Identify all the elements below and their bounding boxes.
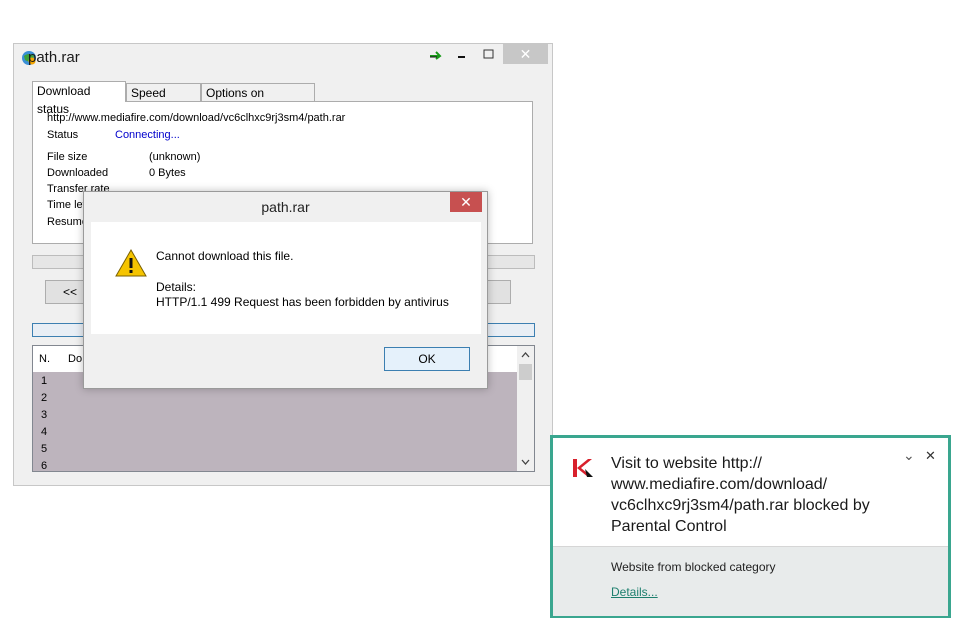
list-item[interactable]: 1: [41, 375, 47, 387]
file-size-label: File size: [47, 151, 88, 163]
list-item[interactable]: 6: [41, 460, 47, 472]
time-left-label: Time lef: [47, 199, 86, 211]
downloaded-value: 0 Bytes: [149, 167, 186, 179]
resume-label: Resume: [47, 216, 88, 228]
close-icon: ✕: [460, 194, 472, 210]
chevron-down-icon[interactable]: ⌄: [903, 447, 915, 464]
list-item[interactable]: 2: [41, 392, 47, 404]
ok-button[interactable]: OK: [384, 347, 470, 371]
notification-message: Website from blocked category: [611, 560, 776, 574]
window-title: path.rar: [28, 49, 80, 66]
notification-footer: [553, 546, 948, 616]
maximize-button[interactable]: [478, 44, 500, 66]
error-message: Cannot download this file.: [156, 249, 294, 263]
dialog-title: path.rar: [261, 199, 310, 215]
details-link[interactable]: Details...: [611, 585, 658, 599]
tab-download-status[interactable]: Download status: [32, 81, 126, 116]
dialog-close-button[interactable]: ✕: [450, 192, 482, 212]
list-item[interactable]: 5: [41, 443, 47, 455]
list-scrollbar[interactable]: [517, 346, 534, 471]
close-icon[interactable]: ✕: [925, 448, 936, 464]
close-button[interactable]: ✕: [503, 44, 548, 64]
column-header-download[interactable]: Do: [68, 353, 82, 365]
download-url: http://www.mediafire.com/download/vc6clh…: [47, 112, 346, 124]
details-label: Details:: [156, 280, 197, 294]
close-icon: ✕: [519, 46, 532, 62]
arrow-icon[interactable]: [428, 44, 444, 66]
column-header-number[interactable]: N.: [39, 353, 50, 365]
downloaded-label: Downloaded: [47, 167, 109, 179]
status-value: Connecting...: [115, 129, 180, 141]
list-item[interactable]: 4: [41, 426, 47, 438]
status-label: Status: [47, 129, 79, 141]
warning-icon: [115, 248, 147, 277]
tab-speed-limiter[interactable]: Speed Limiter: [126, 83, 201, 118]
tab-options-on-completion[interactable]: Options on completion: [201, 83, 315, 118]
file-size-value: (unknown): [149, 151, 201, 163]
details-text: HTTP/1.1 499 Request has been forbidden …: [156, 295, 449, 309]
minimize-button[interactable]: [452, 44, 472, 66]
notification-title: Visit to website http:// www.mediafire.c…: [611, 455, 870, 535]
dialog-body: [91, 222, 481, 334]
kaspersky-k-icon: [573, 459, 593, 477]
list-item[interactable]: 3: [41, 409, 47, 421]
